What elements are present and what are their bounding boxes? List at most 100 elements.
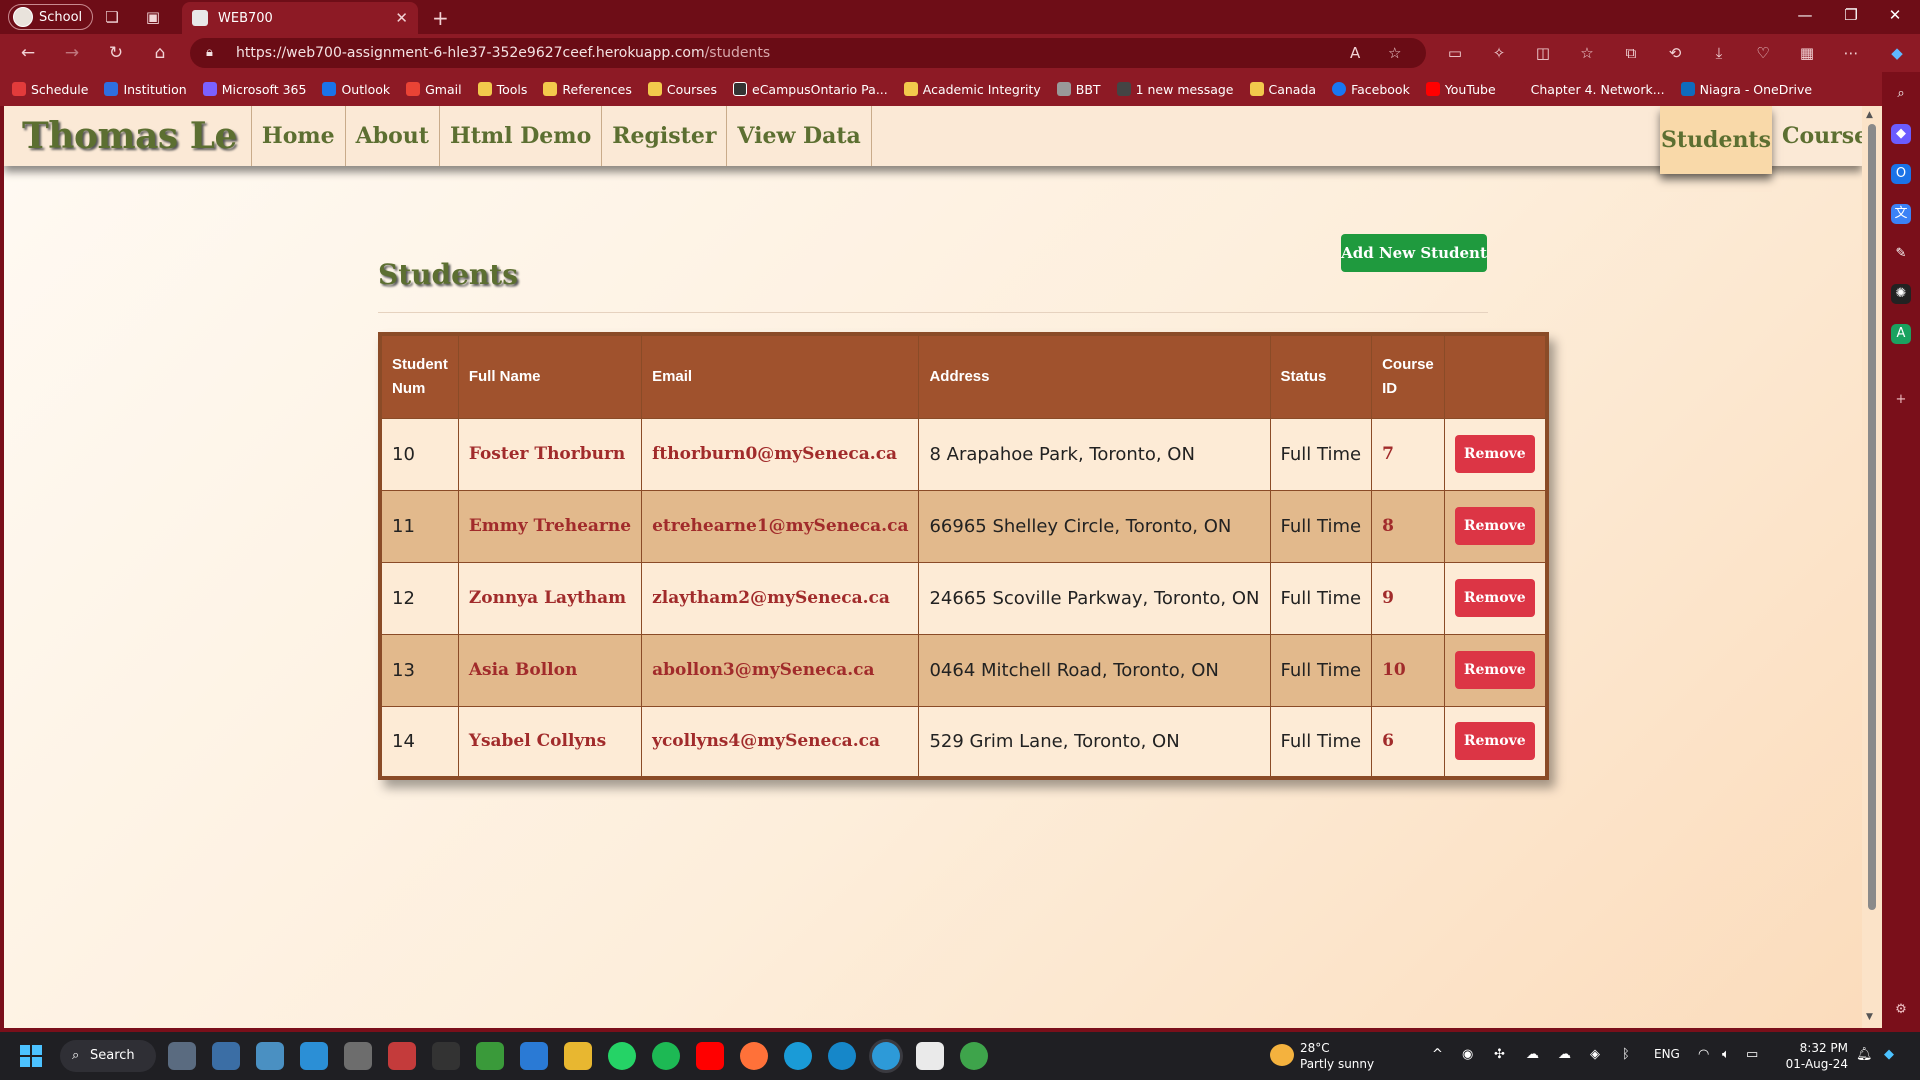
edge-beta-app-icon[interactable] <box>828 1042 856 1070</box>
search-icon[interactable]: ⌕ <box>1891 84 1911 104</box>
close-tab-icon[interactable]: ✕ <box>395 9 408 27</box>
terminal-app-icon[interactable] <box>432 1042 460 1070</box>
scroll-up-icon[interactable]: ▲ <box>1866 110 1873 120</box>
close-window-icon[interactable]: ✕ <box>1880 6 1910 24</box>
tray-overflow-icon[interactable]: ^ <box>1432 1047 1443 1062</box>
windows-start-icon[interactable] <box>20 1045 42 1067</box>
onedrive-tray-icon[interactable]: ☁ <box>1526 1047 1539 1062</box>
copilot-taskbar-icon[interactable]: ◆ <box>1884 1047 1894 1062</box>
firefox-app-icon[interactable] <box>740 1042 768 1070</box>
minimize-icon[interactable]: — <box>1790 6 1820 24</box>
tab-actions-icon[interactable]: ▣ <box>143 7 163 27</box>
scrollbar-thumb[interactable] <box>1868 124 1876 910</box>
onedrive-business-tray-icon[interactable]: ☁ <box>1558 1047 1571 1062</box>
collections-icon[interactable]: ⧉ <box>1620 43 1642 63</box>
bookmark-folder[interactable]: References <box>543 82 632 97</box>
bookmark-item[interactable]: eCampusOntario Pa... <box>733 82 888 97</box>
extensions-icon[interactable]: ✧ <box>1488 43 1510 63</box>
edge-app-icon[interactable] <box>784 1042 812 1070</box>
table-row[interactable]: 11 Emmy Trehearne etrehearne1@mySeneca.c… <box>379 489 1548 563</box>
nav-about[interactable]: About <box>346 106 440 166</box>
course-id-link[interactable]: 9 <box>1371 561 1445 635</box>
nav-register[interactable]: Register <box>602 106 728 166</box>
tab-web700[interactable]: WEB700 ✕ <box>182 2 418 34</box>
table-row[interactable]: 13 Asia Bollon abollon3@mySeneca.ca 0464… <box>379 633 1548 707</box>
table-row[interactable]: 12 Zonnya Laytham zlaytham2@mySeneca.ca … <box>379 561 1548 635</box>
nav-students-active[interactable]: Students <box>1660 106 1772 174</box>
spotify-app-icon[interactable] <box>652 1042 680 1070</box>
more-menu-icon[interactable]: ⋯ <box>1840 43 1862 63</box>
discord-tray-icon[interactable]: ◉ <box>1462 1047 1473 1062</box>
settings-app-icon[interactable] <box>168 1042 196 1070</box>
immersive-reader-icon[interactable]: ▭ <box>1444 43 1466 63</box>
android-app-icon[interactable] <box>960 1042 988 1070</box>
course-id-link[interactable]: 6 <box>1371 705 1445 779</box>
bookmark-item[interactable]: 1 new message <box>1116 82 1234 97</box>
table-row[interactable]: 14 Ysabel Collyns ycollyns4@mySeneca.ca … <box>379 705 1548 779</box>
drop-icon[interactable]: ✎ <box>1891 244 1911 264</box>
weather-widget[interactable]: 28°C Partly sunny <box>1300 1040 1374 1072</box>
control-panel-app-icon[interactable] <box>256 1042 284 1070</box>
calculator-app-icon[interactable] <box>344 1042 372 1070</box>
add-sidebar-app-icon[interactable]: + <box>1891 390 1911 410</box>
chatgpt-icon[interactable]: ✺ <box>1891 284 1911 304</box>
favorite-star-icon[interactable]: ☆ <box>1388 38 1401 68</box>
workspaces-icon[interactable]: ❏ <box>102 7 122 27</box>
profile-button[interactable]: School <box>8 4 94 30</box>
favorites-icon[interactable]: ☆ <box>1576 43 1598 63</box>
volume-icon[interactable]: 🔈︎ <box>1722 1047 1730 1062</box>
remove-button[interactable]: Remove <box>1454 722 1535 761</box>
whatsapp-app-icon[interactable] <box>608 1042 636 1070</box>
edge-dev-app-icon[interactable] <box>300 1042 328 1070</box>
language-indicator[interactable]: ENG <box>1654 1047 1680 1061</box>
translator-icon[interactable]: 文 <box>1891 204 1911 224</box>
taskbar-search[interactable]: ⌕ Search <box>60 1040 156 1072</box>
bookmark-item[interactable]: Chapter 4. Network... <box>1511 82 1665 97</box>
forward-icon[interactable]: → <box>60 42 84 64</box>
battery-icon[interactable]: ▭ <box>1746 1047 1758 1062</box>
course-id-link[interactable]: 10 <box>1371 633 1445 707</box>
bluetooth-icon[interactable]: ᛒ <box>1622 1047 1630 1062</box>
site-brand[interactable]: Thomas Le <box>4 106 252 166</box>
wifi-icon[interactable]: ◠ <box>1698 1047 1709 1062</box>
copilot-icon[interactable]: ◆ <box>1886 43 1908 63</box>
read-aloud-icon[interactable]: A <box>1350 38 1360 68</box>
bookmark-item[interactable]: Schedule <box>12 82 88 97</box>
remove-button[interactable]: Remove <box>1454 507 1535 545</box>
notepad-app-icon[interactable] <box>476 1042 504 1070</box>
youtube-app-icon[interactable] <box>696 1042 724 1070</box>
downloads-icon[interactable]: ⤓ <box>1708 43 1730 63</box>
game-controller-icon[interactable]: ◈ <box>1590 1047 1600 1062</box>
nav-home[interactable]: Home <box>252 106 346 166</box>
restore-icon[interactable]: ❐ <box>1836 6 1866 24</box>
nav-view-data[interactable]: View Data <box>727 106 872 166</box>
nav-html-demo[interactable]: Html Demo <box>440 106 603 166</box>
office-app-icon[interactable] <box>388 1042 416 1070</box>
remove-button[interactable]: Remove <box>1454 579 1535 617</box>
course-id-link[interactable]: 8 <box>1371 489 1445 563</box>
chatgpt-app-icon[interactable] <box>916 1042 944 1070</box>
bookmark-item[interactable]: YouTube <box>1425 82 1496 97</box>
back-icon[interactable]: ← <box>16 42 40 64</box>
bookmark-item[interactable]: Facebook <box>1332 82 1410 97</box>
vscode-app-icon[interactable] <box>520 1042 548 1070</box>
copilot-sidebar-icon[interactable]: ◆ <box>1891 124 1911 144</box>
clock[interactable]: 8:32 PM 01-Aug-24 <box>1774 1040 1848 1072</box>
apps-icon[interactable]: ▦ <box>1796 43 1818 63</box>
edge-active-app-icon[interactable] <box>872 1042 900 1070</box>
page-scrollbar[interactable]: ▲ ▼ <box>1862 106 1882 1028</box>
app-a-icon[interactable]: A <box>1891 324 1911 344</box>
bookmark-folder[interactable]: Tools <box>477 82 527 97</box>
refresh-icon[interactable]: ↻ <box>104 42 128 64</box>
task-manager-app-icon[interactable] <box>212 1042 240 1070</box>
home-icon[interactable]: ⌂ <box>148 42 172 64</box>
bookmark-item[interactable]: Gmail <box>406 82 462 97</box>
sidebar-settings-icon[interactable]: ⚙ <box>1891 1000 1911 1020</box>
history-icon[interactable]: ⟲ <box>1664 43 1686 63</box>
bookmark-folder[interactable]: Canada <box>1249 82 1316 97</box>
split-screen-icon[interactable]: ◫ <box>1532 43 1554 63</box>
bookmark-folder[interactable]: Academic Integrity <box>903 82 1041 97</box>
remove-button[interactable]: Remove <box>1454 651 1535 689</box>
new-tab-icon[interactable]: + <box>432 6 449 30</box>
bookmark-item[interactable]: Microsoft 365 <box>202 82 306 97</box>
